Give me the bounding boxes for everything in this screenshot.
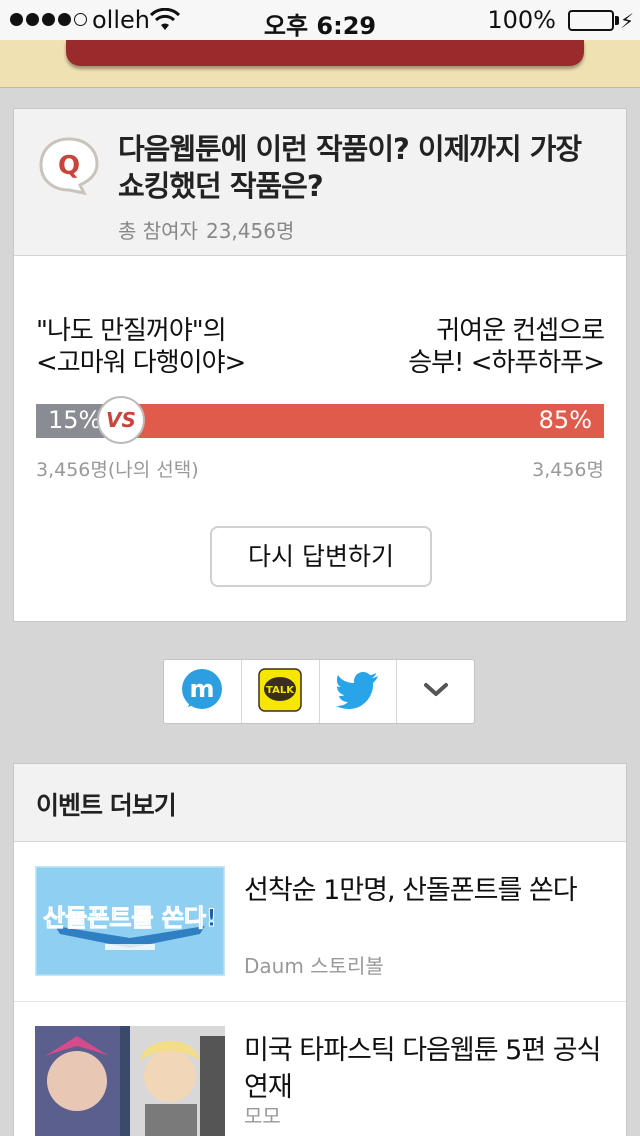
svg-text:m: m	[190, 675, 215, 703]
event-title: 선착순 1만명, 산돌폰트를 쏜다	[244, 875, 578, 906]
event-item[interactable]: 미국 타파스틱 다음웹툰 5편 공식 연재 모모	[14, 1002, 626, 1136]
kakaotalk-icon: TALK	[258, 667, 302, 716]
participants-label: 총 참여자	[118, 219, 198, 243]
event-card: 이벤트 더보기 산돌폰트를 쏜다! 선착순 1만명, 산돌폰트를 쏜다 Daum…	[13, 763, 627, 1136]
share-more-button[interactable]	[397, 660, 474, 723]
status-bar: olleh 오후 6:29 100% ⚡	[0, 0, 640, 40]
vs-badge: VS	[97, 396, 145, 444]
question-badge-letter: Q	[58, 151, 80, 181]
battery-nub	[615, 16, 619, 25]
event-source: Daum 스토리볼	[244, 954, 384, 978]
thumbnail-text: 산돌폰트를 쏜다!	[43, 904, 217, 932]
share-mypeople-button[interactable]: m	[164, 660, 242, 723]
percent-left: 15%	[48, 406, 102, 434]
mypeople-icon: m	[179, 667, 225, 717]
chevron-down-icon	[423, 681, 449, 703]
result-bar-right	[121, 404, 604, 438]
votes-left: 3,456명(나의 선택)	[36, 459, 199, 481]
participants-count: 23,456명	[205, 219, 295, 243]
question-badge-icon: Q	[36, 135, 102, 197]
event-thumbnail	[35, 1026, 225, 1136]
reanswer-button[interactable]: 다시 답변하기	[210, 526, 432, 587]
option-right-label[interactable]: 귀여운 컨셉으로 승부! <하푸하푸>	[344, 315, 605, 379]
share-bar: m TALK	[163, 659, 475, 724]
top-banner-tab[interactable]	[66, 40, 584, 66]
votes-right: 3,456명	[532, 459, 604, 481]
poll-result-bar: 15% 85% VS	[36, 396, 604, 444]
poll-card: Q 다음웹툰에 이런 작품이? 이제까지 가장 쇼킹했던 작품은? 총 참여자 2…	[13, 108, 627, 622]
event-thumbnail: 산돌폰트를 쏜다!	[35, 866, 225, 976]
battery-percent: 100%	[487, 6, 556, 34]
share-twitter-button[interactable]	[320, 660, 398, 723]
twitter-icon	[335, 671, 380, 713]
event-item[interactable]: 산돌폰트를 쏜다! 선착순 1만명, 산돌폰트를 쏜다 Daum 스토리볼	[14, 842, 626, 1002]
share-kakaotalk-button[interactable]: TALK	[242, 660, 320, 723]
option-right-line1: 귀여운 컨셉으로	[436, 316, 605, 346]
event-source: 모모	[244, 1104, 281, 1128]
event-header[interactable]: 이벤트 더보기	[14, 764, 626, 842]
poll-header: Q 다음웹툰에 이런 작품이? 이제까지 가장 쇼킹했던 작품은? 총 참여자 2…	[14, 109, 626, 256]
option-right-line2: 승부! <하푸하푸>	[408, 348, 605, 378]
option-left-line1: "나도 만질꺼야"의	[36, 316, 227, 346]
kakaotalk-text: TALK	[266, 685, 295, 696]
charging-icon: ⚡	[619, 9, 634, 33]
option-left-label[interactable]: "나도 만질꺼야"의 <고마워 다행이야>	[36, 315, 296, 379]
battery-icon	[568, 10, 614, 31]
event-title: 미국 타파스틱 다음웹툰 5편 공식 연재	[244, 1035, 601, 1103]
option-left-line2: <고마워 다행이야>	[36, 348, 246, 378]
poll-question: 다음웹툰에 이런 작품이? 이제까지 가장 쇼킹했던 작품은?	[118, 132, 582, 203]
participants-info: 총 참여자 23,456명	[118, 215, 294, 244]
percent-right: 85%	[538, 406, 592, 434]
